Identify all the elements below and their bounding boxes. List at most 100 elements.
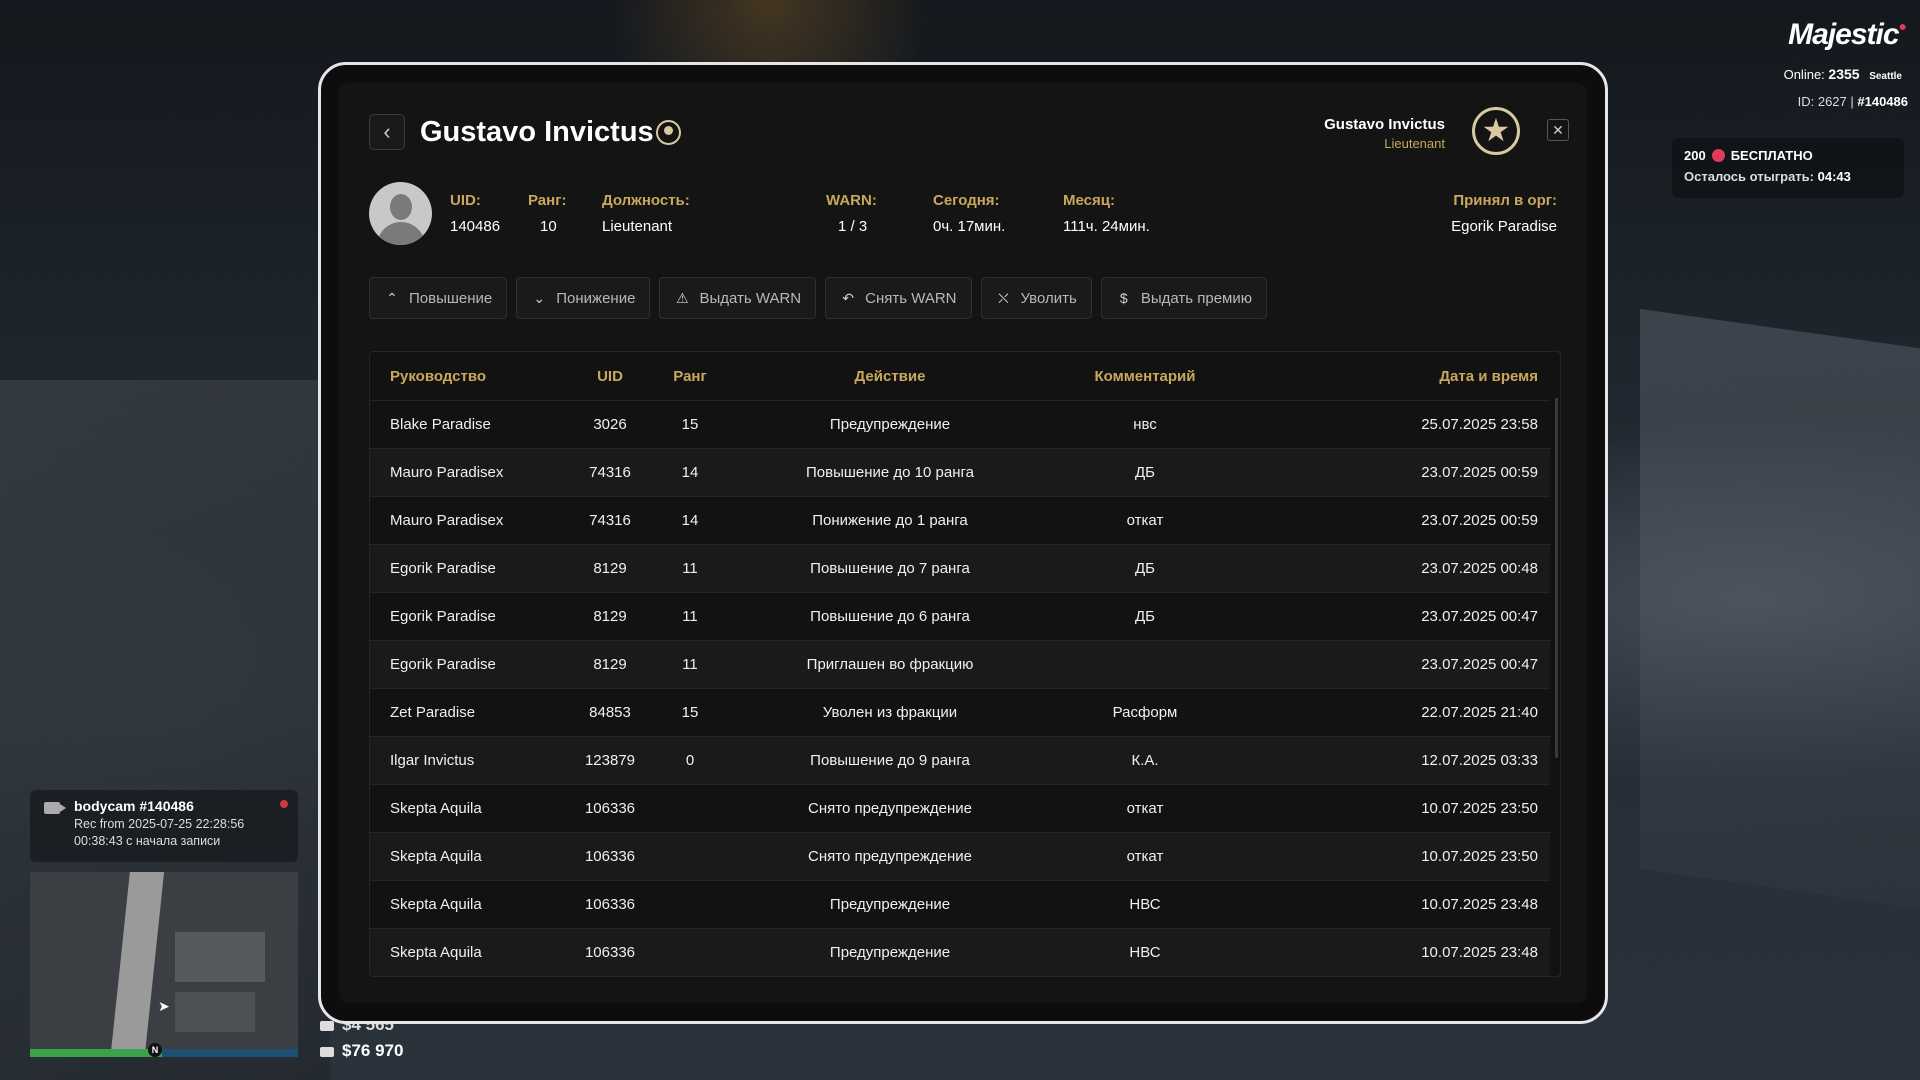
cell-manager: Mauro Paradisex	[370, 448, 570, 497]
cell-action: Предупреждение	[730, 880, 1050, 929]
table-header: Руководство UID Ранг Действие Комментари…	[370, 352, 1550, 401]
close-icon: ✕	[1552, 122, 1564, 138]
chevron-left-icon: ‹	[383, 119, 391, 144]
back-button[interactable]: ‹	[369, 114, 405, 150]
cell-comment: НВС	[1050, 880, 1240, 929]
table-row[interactable]: Skepta Aquila 106336 Предупреждение НВС 10.0…	[370, 880, 1550, 929]
month-info: Месяц: 111ч. 24мин.	[1063, 192, 1150, 235]
position-info: Должность: Lieutenant	[602, 192, 690, 235]
online-counter: Online: 2355 Seattle	[1783, 66, 1902, 82]
cell-datetime: 10.07.2025 23:48	[1240, 928, 1550, 976]
table-row[interactable]: Zet Paradise 84853 15 Уволен из фракции Расф…	[370, 688, 1550, 737]
cell-action: Снято предупреждение	[730, 784, 1050, 833]
cell-manager: Skepta Aquila	[370, 832, 570, 881]
table-row[interactable]: Ilgar Invictus1238790Повышение до 8 ранг…	[370, 977, 1550, 978]
cell-action: Повышение до 7 ранга	[730, 544, 1050, 593]
scrollbar[interactable]	[1555, 398, 1558, 758]
cell-uid: 8129	[570, 592, 650, 641]
cell-rank: 11	[650, 592, 730, 641]
cell-uid: 3026	[570, 400, 650, 449]
table-row[interactable]: Skepta Aquila 106336 Снято предупреждение о…	[370, 832, 1550, 881]
cell-comment: ДБ	[1050, 592, 1240, 641]
cell-datetime: 23.07.2025 00:59	[1240, 496, 1550, 545]
current-user-name: Gustavo Invictus	[1324, 116, 1445, 133]
give-warn-button[interactable]: ⚠ Выдать WARN	[659, 277, 817, 319]
cell-comment: К.А.	[1050, 736, 1240, 785]
cell-rank: 14	[650, 448, 730, 497]
minimap: ➤	[30, 872, 298, 1052]
col-uid: UID	[597, 367, 623, 385]
tablet-screen: ‹ Gustavo Invictus Gustavo Invictus Lieu…	[339, 83, 1587, 1003]
close-button[interactable]: ✕	[1547, 119, 1569, 141]
table-row[interactable]: Ilgar Invictus 123879 0 Повышение до 9 ранг…	[370, 736, 1550, 785]
table-row[interactable]: Mauro Paradisex 74316 14 Понижение до 1 ран…	[370, 496, 1550, 545]
table-row[interactable]: Egorik Paradise 8129 11 Повышение до 7 ранг…	[370, 544, 1550, 593]
cell-datetime: 10.07.2025 23:50	[1240, 784, 1550, 833]
cell-datetime: 25.07.2025 23:58	[1240, 400, 1550, 449]
current-user-rank: Lieutenant	[1384, 136, 1445, 151]
cell-manager: Ilgar Invictus	[370, 977, 570, 978]
table-row[interactable]: Blake Paradise 3026 15 Предупреждение нвс 25.…	[370, 400, 1550, 449]
cell-rank: 14	[650, 496, 730, 545]
cell-uid: 106336	[570, 928, 650, 976]
cell-datetime: 09.07.2025 22:33	[1240, 977, 1550, 978]
action-bar: ⌃ Повышение ⌄ Понижение ⚠ Выдать WARN ↶ Снят…	[369, 277, 1267, 319]
fire-button[interactable]: ⛌ Уволить	[980, 277, 1092, 319]
cell-action: Повышение до 9 ранга	[730, 736, 1050, 785]
tablet-frame: ‹ Gustavo Invictus Gustavo Invictus Lieu…	[318, 62, 1608, 1024]
chevron-up-icon: ⌃	[386, 289, 398, 306]
cell-manager: Skepta Aquila	[370, 928, 570, 976]
cell-comment: нвс	[1050, 400, 1240, 449]
cell-datetime: 22.07.2025 21:40	[1240, 688, 1550, 737]
warn-icon: ⚠	[676, 289, 689, 306]
coin-icon	[1711, 149, 1725, 162]
cell-comment: откат	[1050, 496, 1240, 545]
table-row[interactable]: Mauro Paradisex 74316 14 Повышение до 10 ра…	[370, 448, 1550, 497]
remove-warn-button[interactable]: ↶ Снять WARN	[825, 277, 972, 319]
cell-datetime: 10.07.2025 23:50	[1240, 832, 1550, 881]
page-title: Gustavo Invictus	[420, 116, 654, 148]
majestic-logo: Majestic●	[1788, 18, 1907, 51]
cell-comment: К.А.	[1050, 977, 1240, 978]
cell-rank	[650, 784, 730, 833]
avatar	[369, 182, 432, 245]
promo-panel: 200 БЕСПЛАТНО Осталось отыграть: 04:43	[1672, 138, 1904, 198]
promote-button[interactable]: ⌃ Повышение	[369, 277, 508, 319]
cell-action: Уволен из фракции	[730, 688, 1050, 737]
cell-datetime: 23.07.2025 00:47	[1240, 592, 1550, 641]
chevron-down-icon: ⌄	[533, 289, 546, 306]
cell-manager: Ilgar Invictus	[370, 736, 570, 785]
uid-info: UID: 140486	[450, 192, 501, 235]
cell-uid: 106336	[570, 832, 650, 881]
cell-uid: 8129	[570, 640, 650, 689]
cell-rank	[650, 880, 730, 929]
health-bar: N	[30, 1043, 298, 1057]
col-manager: Руководство	[390, 367, 487, 385]
cell-uid: 123879	[570, 977, 650, 978]
cell-uid: 74316	[570, 448, 650, 497]
cell-action: Снято предупреждение	[730, 832, 1050, 881]
demote-button[interactable]: ⌄ Понижение	[516, 277, 651, 319]
player-arrow-icon: ➤	[158, 998, 170, 1014]
cell-action: Повышение до 8 ранга	[730, 977, 1050, 978]
cell-uid: 74316	[570, 496, 650, 545]
cell-manager: Blake Paradise	[370, 400, 570, 449]
cell-uid: 106336	[570, 784, 650, 833]
cell-rank: 0	[650, 736, 730, 785]
cell-datetime: 23.07.2025 00:59	[1240, 448, 1550, 497]
cell-rank: 11	[650, 544, 730, 593]
background-railing	[1640, 308, 1920, 912]
cell-datetime: 12.07.2025 03:33	[1240, 736, 1550, 785]
table-row[interactable]: Egorik Paradise 8129 11 Приглашен во фракци…	[370, 640, 1550, 689]
table-row[interactable]: Skepta Aquila 106336 Снято предупреждение о…	[370, 784, 1550, 833]
cell-action: Приглашен во фракцию	[730, 640, 1050, 689]
cell-uid: 123879	[570, 736, 650, 785]
give-bonus-button[interactable]: $ Выдать премию	[1100, 277, 1267, 319]
camera-icon	[44, 802, 66, 814]
col-rank: Ранг	[673, 367, 707, 385]
table-row[interactable]: Skepta Aquila 106336 Предупреждение НВС 10.0…	[370, 928, 1550, 976]
cell-rank	[650, 928, 730, 976]
accepted-by-info: Принял в орг: Egorik Paradise	[1451, 192, 1557, 235]
table-row[interactable]: Egorik Paradise 8129 11 Повышение до 6 ранг…	[370, 592, 1550, 641]
col-comment: Комментарий	[1094, 367, 1196, 385]
